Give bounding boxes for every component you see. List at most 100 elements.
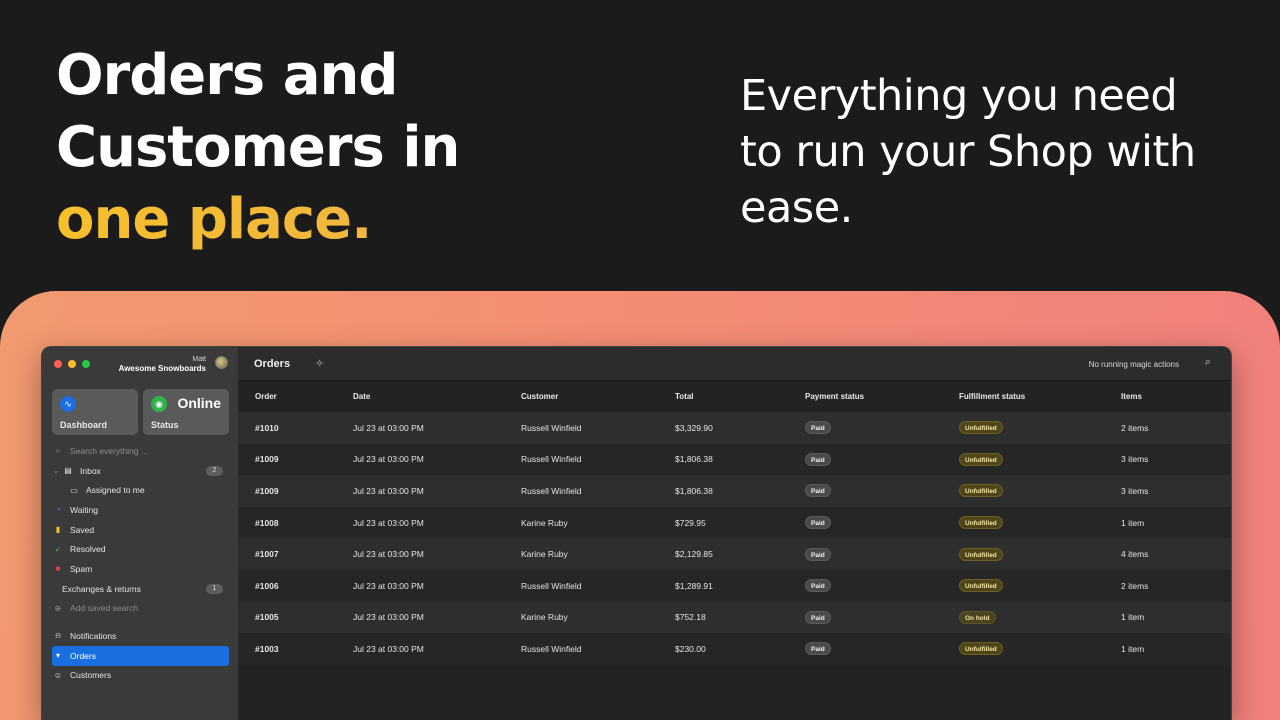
sidebar-item-label: Customers (70, 670, 112, 681)
order-id: #1009 (239, 475, 353, 507)
fulfillment-cell: Unfulfilled (959, 569, 1121, 602)
sidebar-item-label: Assigned to me (86, 485, 145, 496)
order-items: 1 item (1121, 506, 1231, 539)
bell-icon: ⍾ (55, 631, 61, 641)
hero-headline: Orders and Customers in one place. (56, 40, 536, 256)
search-icon[interactable]: ⌕ (1205, 356, 1211, 369)
order-items: 1 item (1121, 633, 1231, 665)
status-tile[interactable]: ◉ Online Status (143, 389, 229, 435)
sidebar-search[interactable]: ⌕ Search everything ... (52, 441, 229, 461)
main-content: Orders ✧ No running magic actions ⌕ Orde… (239, 347, 1231, 720)
order-customer: Russell Winfield (521, 443, 675, 476)
tray-icon: ▭ (70, 485, 78, 495)
dashboard-tile[interactable]: ∿ Dashboard (52, 389, 138, 435)
column-header-items[interactable]: Items (1121, 381, 1231, 412)
sidebar-item-assigned[interactable]: ▭ Assigned to me (52, 480, 229, 500)
close-window-button[interactable] (54, 360, 62, 368)
order-items: 4 items (1121, 538, 1231, 570)
column-header-date[interactable]: Date (353, 381, 521, 412)
order-id: #1009 (239, 443, 353, 476)
sidebar-item-exchanges[interactable]: Exchanges & returns 1 (52, 579, 229, 599)
bookmark-icon: ▮ (55, 525, 61, 535)
magic-wand-icon[interactable]: ✧ (315, 357, 324, 370)
broadcast-icon: ◉ (151, 396, 167, 412)
sidebar-item-customers[interactable]: ☺ Customers (52, 666, 229, 686)
payment-status-badge: Paid (805, 642, 831, 656)
column-header-fulfillment-status[interactable]: Fulfillment status (959, 381, 1121, 412)
payment-cell: Paid (805, 443, 959, 476)
order-customer: Russell Winfield (521, 633, 675, 665)
sidebar-item-add-saved-search[interactable]: ⊕ Add saved search (52, 599, 229, 619)
order-customer: Russell Winfield (521, 475, 675, 507)
order-id: #1005 (239, 601, 353, 634)
sidebar-item-inbox[interactable]: ⌄ ▤ Inbox 2 (52, 461, 229, 481)
sidebar-item-label: Spam (70, 563, 93, 574)
avatar[interactable] (215, 356, 228, 369)
table-row[interactable]: #1009 Jul 23 at 03:00 PM Russell Winfiel… (239, 475, 1231, 507)
table-row[interactable]: #1005 Jul 23 at 03:00 PM Karine Ruby $75… (239, 601, 1231, 634)
fulfillment-status-badge: Unfulfilled (959, 642, 1003, 656)
column-header-total[interactable]: Total (675, 381, 805, 412)
sidebar-item-orders[interactable]: ▾ Orders (52, 645, 229, 666)
column-header-order[interactable]: Order (239, 381, 353, 412)
order-date: Jul 23 at 03:00 PM (353, 601, 521, 634)
table-row[interactable]: #1009 Jul 23 at 03:00 PM Russell Winfiel… (239, 443, 1231, 476)
column-header-payment-status[interactable]: Payment status (805, 381, 959, 412)
quick-tiles: ∿ Dashboard ◉ Online Status (52, 389, 229, 435)
table-row[interactable]: #1007 Jul 23 at 03:00 PM Karine Ruby $2,… (239, 538, 1231, 570)
window-controls (54, 360, 90, 368)
payment-cell: Paid (805, 412, 959, 444)
sidebar-item-resolved[interactable]: ✓ Resolved (52, 539, 229, 559)
dashboard-tile-label: Dashboard (60, 420, 108, 430)
trash-icon: ■ (55, 564, 61, 574)
chevron-down-icon[interactable]: ⌄ (52, 466, 60, 475)
fulfillment-status-badge: Unfulfilled (959, 516, 1003, 530)
sidebar-item-label: Add saved search (70, 603, 139, 614)
order-customer: Russell Winfield (521, 412, 675, 444)
table-row[interactable]: #1010 Jul 23 at 03:00 PM Russell Winfiel… (239, 412, 1231, 444)
plus-circle-icon: ⊕ (54, 603, 62, 613)
payment-status-badge: Paid (805, 579, 831, 593)
sidebar-item-label: Inbox (80, 465, 101, 476)
order-id: #1008 (239, 506, 353, 539)
sidebar-item-label: Notifications (70, 631, 117, 642)
activity-icon: ∿ (60, 396, 76, 412)
cart-icon: ▾ (55, 651, 60, 661)
payment-status-badge: Paid (805, 516, 831, 530)
zoom-window-button[interactable] (82, 360, 90, 368)
sidebar-item-label: Exchanges & returns (62, 583, 141, 594)
sidebar-item-notifications[interactable]: ⍾ Notifications (52, 626, 229, 646)
minimize-window-button[interactable] (68, 360, 76, 368)
payment-cell: Paid (805, 538, 959, 570)
account-user: Matt (192, 356, 206, 363)
order-total: $729.95 (675, 506, 805, 539)
column-header-customer[interactable]: Customer (521, 381, 675, 412)
app-window: Matt Awesome Snowboards ∿ Dashboard ◉ On… (41, 346, 1232, 720)
order-date: Jul 23 at 03:00 PM (353, 475, 521, 507)
sidebar-item-spam[interactable]: ■ Spam (52, 559, 229, 579)
table-row[interactable]: #1003 Jul 23 at 03:00 PM Russell Winfiel… (239, 633, 1231, 665)
order-customer: Russell Winfield (521, 569, 675, 602)
tagline-line-2: to run your Shop with (740, 127, 1196, 177)
table-row[interactable]: #1006 Jul 23 at 03:00 PM Russell Winfiel… (239, 569, 1231, 602)
sidebar-item-label: Waiting (70, 504, 99, 515)
magic-actions-status[interactable]: No running magic actions (1089, 360, 1179, 369)
payment-status-badge: Paid (805, 484, 831, 498)
order-total: $3,329.90 (675, 412, 805, 444)
status-value: Online (177, 395, 221, 411)
inbox-count-badge: 2 (206, 465, 223, 476)
headline-line-2: Customers in (56, 115, 460, 180)
order-items: 1 item (1121, 601, 1231, 634)
order-total: $230.00 (675, 633, 805, 665)
clock-icon: ◔ (55, 505, 61, 515)
sidebar-item-waiting[interactable]: ◔ Waiting (52, 500, 229, 520)
order-customer: Karine Ruby (521, 601, 675, 634)
sidebar-item-saved[interactable]: ▮ Saved (52, 520, 229, 540)
table-row[interactable]: #1008 Jul 23 at 03:00 PM Karine Ruby $72… (239, 506, 1231, 539)
fulfillment-status-badge: On hold (959, 610, 996, 624)
order-total: $1,289.91 (675, 569, 805, 602)
account-switcher[interactable]: Matt Awesome Snowboards (119, 355, 206, 374)
tray-icon: ▤ (64, 466, 72, 476)
sidebar-item-label: Orders (70, 650, 96, 661)
